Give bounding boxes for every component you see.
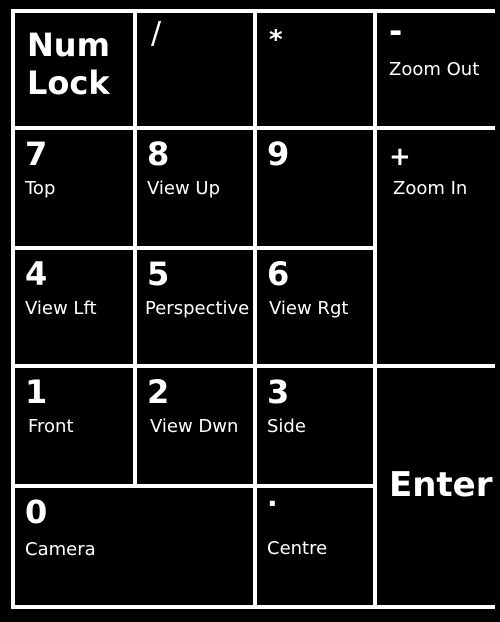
- key-6-action: View Rgt: [269, 298, 349, 319]
- key-plus: + Zoom In: [377, 130, 495, 364]
- key-3: 3 Side: [257, 368, 373, 484]
- key-9-label: 9: [267, 135, 290, 173]
- key-num-lock: Num Lock: [15, 13, 133, 126]
- key-7: 7 Top: [15, 130, 133, 246]
- key-2: 2 View Dwn: [137, 368, 253, 484]
- key-decimal: · Centre: [257, 488, 373, 605]
- key-decimal-label: ·: [267, 488, 278, 520]
- key-enter-label: Enter: [389, 465, 493, 505]
- key-5-label: 5: [147, 255, 170, 293]
- key-0: 0 Camera: [15, 488, 253, 605]
- key-0-label: 0: [25, 493, 48, 531]
- key-asterisk-label: *: [269, 25, 283, 55]
- key-6: 6 View Rgt: [257, 250, 373, 364]
- key-1-label: 1: [25, 373, 48, 411]
- key-3-label: 3: [267, 373, 290, 411]
- key-slash: /: [137, 13, 253, 126]
- key-7-label: 7: [25, 135, 48, 173]
- key-4-label: 4: [25, 255, 48, 293]
- key-plus-action: Zoom In: [393, 178, 468, 199]
- key-4-action: View Lft: [25, 298, 97, 319]
- key-minus-action: Zoom Out: [389, 59, 480, 80]
- num-lock-line1: Num: [27, 26, 110, 64]
- key-plus-label: +: [389, 142, 411, 172]
- key-enter: Enter: [377, 368, 495, 605]
- key-decimal-action: Centre: [267, 538, 328, 559]
- key-6-label: 6: [267, 255, 290, 293]
- key-minus: - Zoom Out: [377, 13, 495, 126]
- key-5-action: Perspective: [145, 298, 250, 319]
- key-2-action: View Dwn: [150, 416, 239, 437]
- key-3-action: Side: [267, 416, 306, 437]
- key-2-label: 2: [147, 373, 170, 411]
- key-0-action: Camera: [25, 539, 96, 560]
- key-8-label: 8: [147, 135, 170, 173]
- key-8: 8 View Up: [137, 130, 253, 246]
- numpad-diagram: Num Lock / * - Zoom Out 7 Top 8 View Up …: [11, 9, 495, 609]
- key-slash-label: /: [151, 16, 162, 51]
- key-7-action: Top: [25, 178, 56, 199]
- key-1-action: Front: [28, 416, 74, 437]
- key-minus-label: -: [389, 13, 403, 50]
- key-5: 5 Perspective: [137, 250, 253, 364]
- key-4: 4 View Lft: [15, 250, 133, 364]
- key-9: 9: [257, 130, 373, 246]
- key-asterisk: *: [257, 13, 373, 126]
- num-lock-label: Num Lock: [27, 26, 110, 103]
- key-1: 1 Front: [15, 368, 133, 484]
- num-lock-line2: Lock: [27, 63, 110, 102]
- key-8-action: View Up: [147, 178, 221, 199]
